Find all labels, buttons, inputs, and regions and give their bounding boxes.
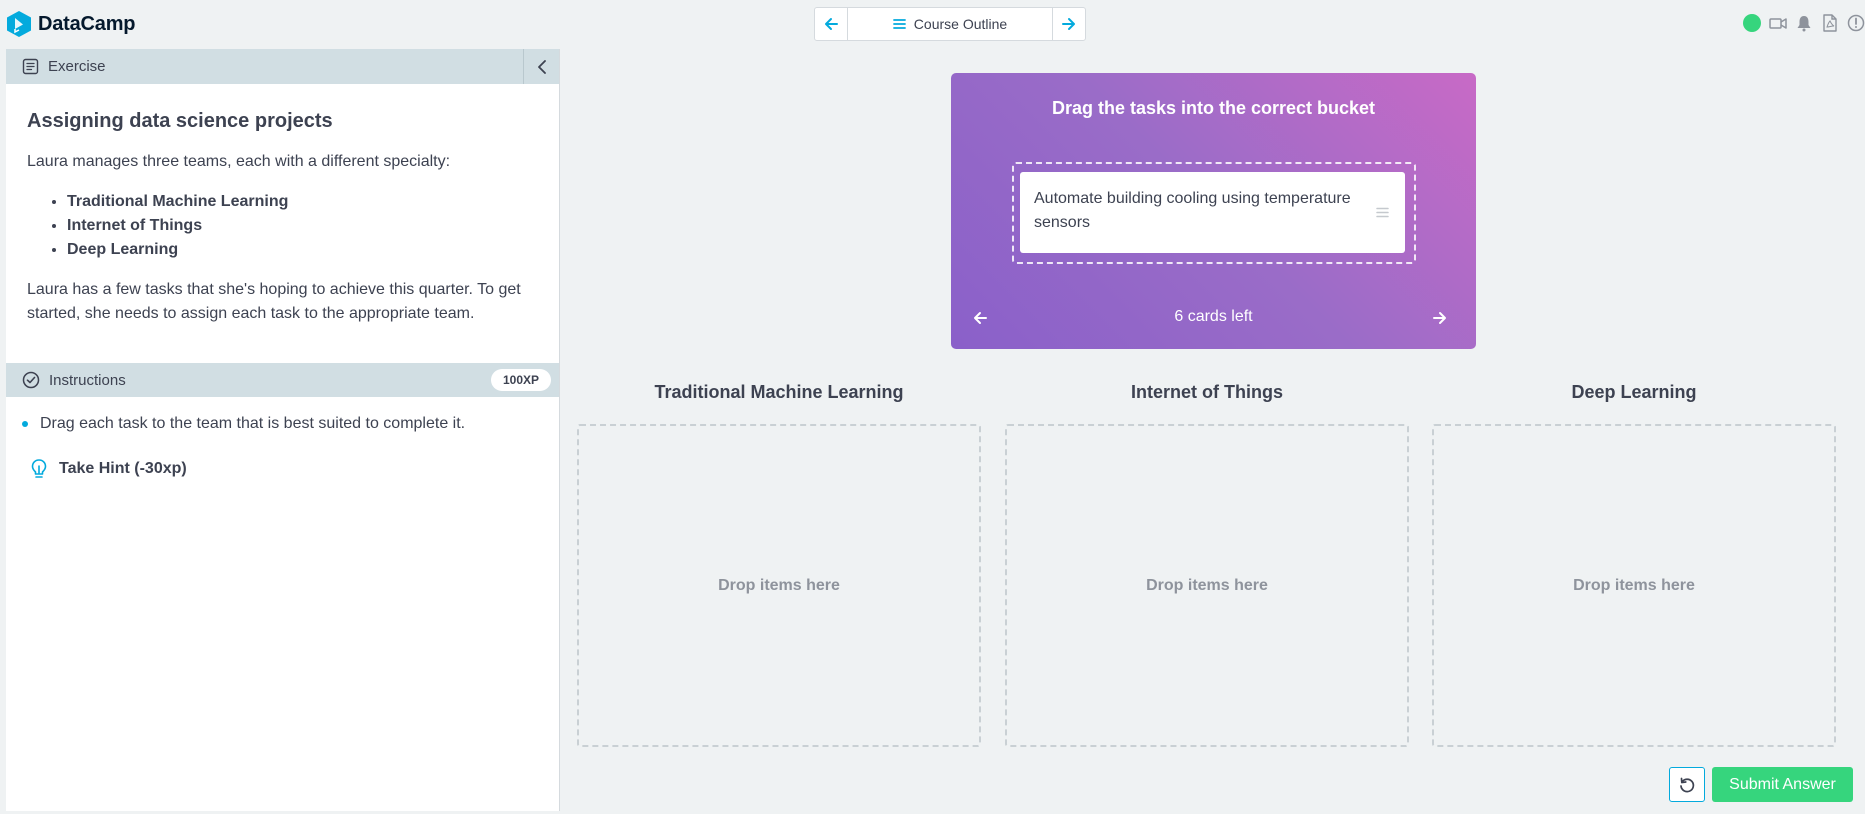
card-navigation: 6 cards left — [951, 308, 1476, 328]
drop-bucket-deep-learning[interactable]: Drop items here — [1432, 424, 1836, 747]
drop-bucket-iot[interactable]: Drop items here — [1005, 424, 1409, 747]
drag-handle-icon[interactable] — [1376, 207, 1389, 218]
top-bar: DataCamp Course Outline — [0, 0, 1865, 48]
exercise-header-label: Exercise — [48, 58, 106, 75]
drop-placeholder: Drop items here — [1146, 576, 1268, 594]
collapse-panel-button[interactable] — [523, 49, 559, 84]
lightbulb-icon — [31, 459, 47, 478]
top-right-icons — [1743, 14, 1865, 32]
bullet-icon — [22, 421, 28, 427]
team-list-item: Deep Learning — [67, 238, 538, 262]
xp-badge: 100XP — [490, 369, 551, 391]
drop-placeholder: Drop items here — [1573, 576, 1695, 594]
datacamp-logo[interactable]: DataCamp — [6, 10, 136, 38]
team-list: Traditional Machine Learning Internet of… — [67, 190, 538, 262]
instruction-text: Drag each task to the team that is best … — [40, 415, 466, 432]
arrow-left-icon — [974, 312, 987, 324]
task-card-text: Automate building cooling using temperat… — [1034, 190, 1351, 231]
document-icon — [22, 58, 39, 75]
menu-icon — [892, 19, 906, 29]
previous-card-button[interactable] — [969, 308, 991, 328]
check-circle-icon — [22, 371, 40, 389]
drag-prompt: Drag the tasks into the correct bucket — [1051, 98, 1376, 118]
bucket-title-iot: Internet of Things — [1131, 382, 1283, 402]
team-list-item: Traditional Machine Learning — [67, 190, 538, 214]
chevron-left-icon — [537, 59, 546, 74]
previous-exercise-button[interactable] — [815, 8, 847, 40]
instruction-item: Drag each task to the team that is best … — [22, 415, 465, 433]
arrow-left-icon — [825, 18, 838, 30]
reset-button[interactable] — [1669, 767, 1705, 802]
instructions-header-label: Instructions — [49, 371, 126, 389]
bucket-title-traditional-ml: Traditional Machine Learning — [654, 382, 904, 402]
status-indicator — [1743, 14, 1761, 32]
drop-bucket-traditional-ml[interactable]: Drop items here — [577, 424, 981, 747]
video-icon[interactable] — [1769, 14, 1787, 32]
take-hint-label: Take Hint (-30xp) — [59, 460, 187, 477]
course-outline-label: Course Outline — [913, 16, 1008, 32]
course-outline-button[interactable]: Course Outline — [847, 8, 1053, 40]
cards-left-count: 6 cards left — [1174, 308, 1253, 325]
drag-card-panel: Drag the tasks into the correct bucket A… — [951, 73, 1476, 349]
exercise-header: Exercise — [6, 49, 559, 84]
exercise-title: Assigning data science projects — [27, 110, 333, 132]
next-exercise-button[interactable] — [1053, 8, 1085, 40]
next-card-button[interactable] — [1429, 308, 1451, 328]
bell-icon[interactable] — [1795, 14, 1813, 32]
exercise-panel: Exercise Assigning data science projects… — [6, 49, 560, 811]
alert-icon[interactable] — [1847, 14, 1865, 32]
task-card[interactable]: Automate building cooling using temperat… — [1020, 172, 1405, 253]
datacamp-logo-icon — [7, 11, 31, 37]
course-navigation: Course Outline — [814, 7, 1086, 41]
drop-placeholder: Drop items here — [718, 576, 840, 594]
bucket-title-deep-learning: Deep Learning — [1571, 382, 1697, 402]
logo-text: DataCamp — [38, 12, 136, 35]
exercise-content: Assigning data science projects Laura ma… — [6, 84, 559, 326]
arrow-right-icon — [1062, 18, 1075, 30]
exercise-intro: Laura manages three teams, each with a d… — [27, 153, 451, 170]
pdf-icon[interactable] — [1821, 14, 1839, 32]
instructions-header: Instructions 100XP — [6, 363, 559, 397]
arrow-right-icon — [1433, 312, 1446, 324]
team-list-item: Internet of Things — [67, 214, 538, 238]
reset-icon — [1680, 777, 1695, 792]
submit-answer-button[interactable]: Submit Answer — [1712, 767, 1853, 802]
take-hint-button[interactable]: Take Hint (-30xp) — [29, 458, 187, 480]
exercise-body: Laura has a few tasks that she's hoping … — [27, 281, 521, 322]
